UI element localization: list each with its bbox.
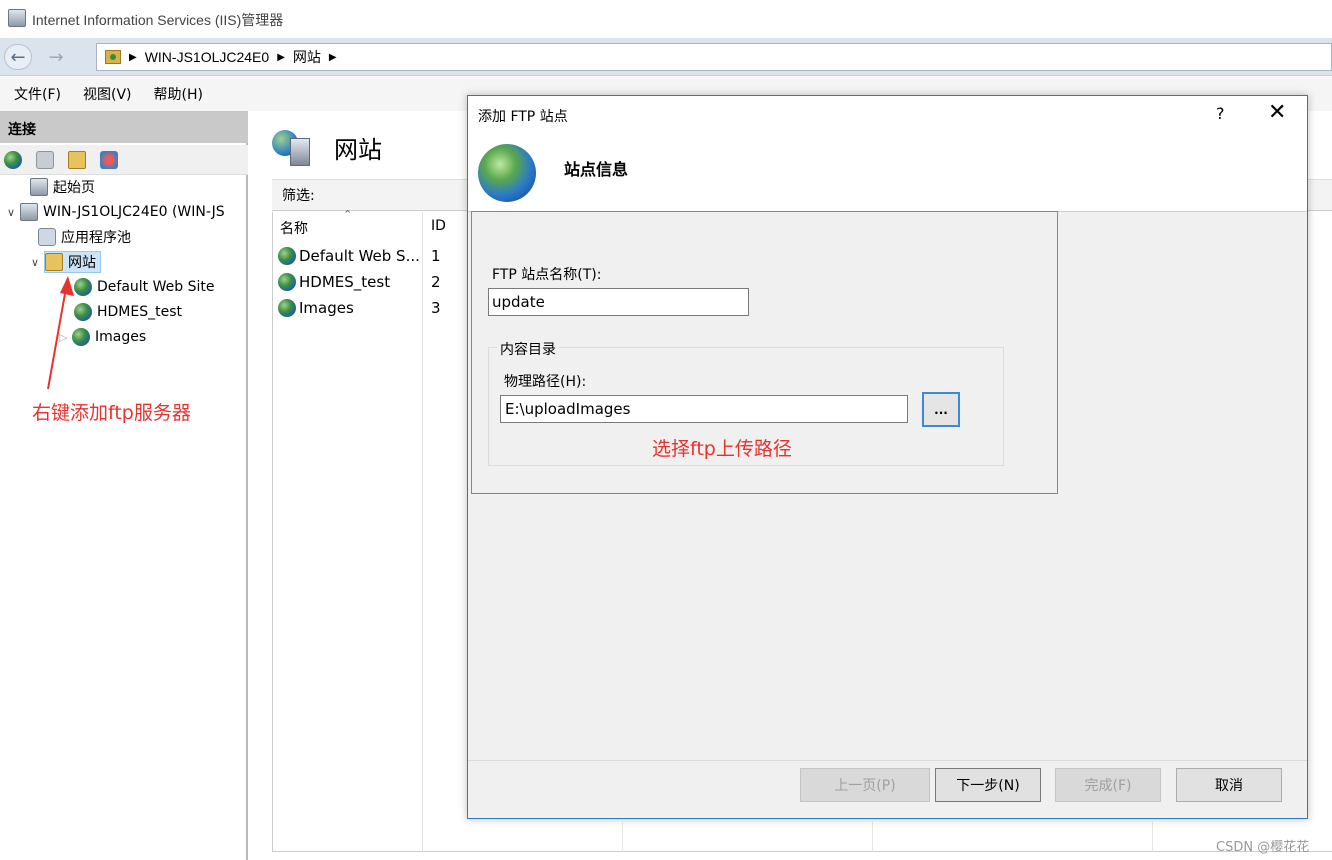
table-row[interactable]: HDMES_test <box>278 271 390 293</box>
site-name: Images <box>299 299 354 317</box>
watermark: CSDN @樱花花 <box>1216 840 1310 855</box>
save-icon[interactable] <box>36 150 54 169</box>
sites-folder-icon <box>105 50 121 64</box>
ftp-site-name-input[interactable] <box>488 288 749 316</box>
app-pool-icon <box>38 228 56 246</box>
finish-button[interactable]: 完成(F) <box>1055 768 1161 802</box>
filter-label: 筛选: <box>282 188 315 204</box>
table-row[interactable]: Default Web S... <box>278 245 420 267</box>
up-folder-icon[interactable] <box>68 150 86 169</box>
sites-folder-icon <box>45 253 63 271</box>
window-title: Internet Information Services (IIS)管理器 <box>32 12 284 28</box>
website-globe-icon <box>278 299 296 317</box>
annotation-arrow <box>47 276 74 390</box>
tree-item-label: Images <box>95 329 147 345</box>
tree-item-label: 起始页 <box>53 180 95 196</box>
column-header-id[interactable]: ID <box>431 218 446 234</box>
connections-pane <box>0 111 248 860</box>
tree-item-label: WIN-JS1OLJC24E0 (WIN-JS <box>43 204 225 220</box>
site-id: 1 <box>431 247 441 265</box>
next-button[interactable]: 下一步(N) <box>935 768 1041 802</box>
globe-icon <box>478 144 536 202</box>
physical-path-label: 物理路径(H): <box>504 374 587 390</box>
column-divider <box>622 822 623 852</box>
address-bar[interactable]: ▶ WIN-JS1OLJC24E0 ▶ 网站 ▶ <box>96 43 1332 71</box>
breadcrumb-arrow-icon[interactable]: ▶ <box>277 52 285 63</box>
column-divider <box>1152 822 1153 852</box>
connections-toolbar <box>0 145 248 175</box>
iis-app-icon <box>8 9 26 27</box>
tree-item-label: 应用程序池 <box>61 230 131 246</box>
dialog-heading: 站点信息 <box>564 160 629 179</box>
breadcrumb-server[interactable]: WIN-JS1OLJC24E0 <box>145 49 269 65</box>
browse-button[interactable]: ... <box>922 392 960 427</box>
ftp-site-name-label: FTP 站点名称(T): <box>492 267 602 283</box>
tree-item-site[interactable]: HDMES_test <box>74 301 182 323</box>
annotation-choose-path: 选择ftp上传路径 <box>652 438 792 460</box>
tree-item-sites[interactable]: ∨ 网站 <box>28 251 101 273</box>
connections-header: 连接 <box>0 111 248 143</box>
connect-globe-icon[interactable] <box>4 150 22 169</box>
site-id: 2 <box>431 273 441 291</box>
tree-item-start-page[interactable]: 起始页 <box>14 176 95 198</box>
start-page-icon <box>30 178 48 196</box>
breadcrumb-arrow-icon[interactable]: ▶ <box>129 52 137 63</box>
menu-view[interactable]: 视图(V) <box>83 84 132 104</box>
table-row[interactable]: Images <box>278 297 354 319</box>
tree-item-server[interactable]: ∨ WIN-JS1OLJC24E0 (WIN-JS <box>4 201 225 223</box>
site-name: HDMES_test <box>299 273 391 291</box>
tree-item-label: Default Web Site <box>97 279 215 295</box>
menu-help[interactable]: 帮助(H) <box>154 84 203 104</box>
website-globe-icon <box>278 247 296 265</box>
tree-item-label: HDMES_test <box>97 304 183 320</box>
physical-path-input[interactable] <box>500 395 908 423</box>
site-name: Default Web S... <box>299 247 420 265</box>
site-id: 3 <box>431 299 441 317</box>
back-arrow-icon[interactable]: ← <box>4 44 32 70</box>
content-directory-legend: 内容目录 <box>497 339 559 359</box>
sites-header-icon <box>272 128 312 168</box>
server-icon <box>20 203 38 221</box>
dialog-header <box>468 96 1307 212</box>
chevron-down-icon[interactable]: ∨ <box>28 256 42 269</box>
help-button[interactable]: ? <box>1216 104 1225 123</box>
chevron-down-icon[interactable]: ∨ <box>4 206 18 219</box>
column-divider <box>872 822 873 852</box>
dialog-footer-divider <box>468 760 1307 761</box>
sort-ascending-icon: ⌃ <box>343 208 353 221</box>
annotation-add-ftp: 右键添加ftp服务器 <box>32 402 191 424</box>
cancel-button[interactable]: 取消 <box>1176 768 1282 802</box>
column-header-name[interactable]: 名称 <box>280 218 308 238</box>
dialog-title: 添加 FTP 站点 <box>478 109 568 125</box>
previous-button[interactable]: 上一页(P) <box>800 768 930 802</box>
breadcrumb-arrow-icon[interactable]: ▶ <box>329 52 337 63</box>
forward-arrow-icon[interactable]: → <box>42 44 70 70</box>
tree-item-site[interactable]: Default Web Site <box>74 276 214 298</box>
website-globe-icon <box>278 273 296 291</box>
tree-item-app-pools[interactable]: 应用程序池 <box>38 226 131 248</box>
close-icon[interactable]: ✕ <box>1268 100 1286 125</box>
breadcrumb-sites[interactable]: 网站 <box>293 47 321 67</box>
page-title: 网站 <box>334 137 382 164</box>
column-divider <box>422 212 423 852</box>
tree-item-label: 网站 <box>68 255 96 271</box>
menu-file[interactable]: 文件(F) <box>14 84 61 104</box>
disconnect-icon[interactable] <box>100 150 118 169</box>
